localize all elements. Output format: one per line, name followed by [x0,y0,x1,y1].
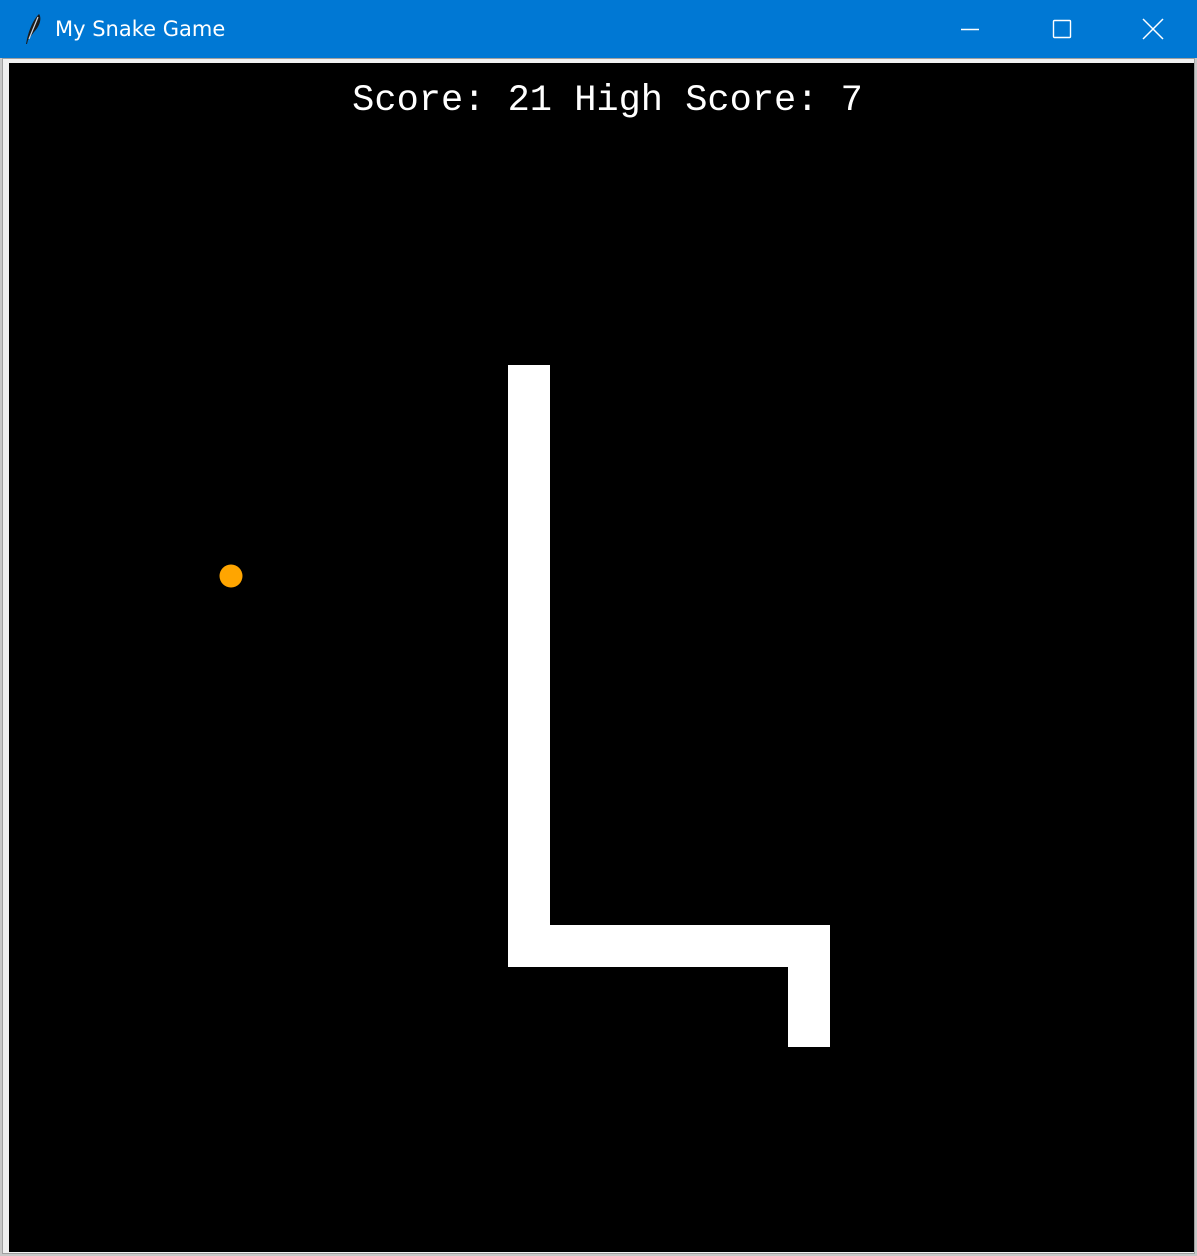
snake-segment-vertical [508,365,550,967]
score-display: Score: 21 High Score: 7 [352,80,863,122]
snake-head [788,925,830,1047]
snake-segment-horizontal [508,925,830,967]
game-window: My Snake Game Score: 21 High Score: 7 [0,0,1197,1256]
game-scene [219,365,830,1047]
food-pellet [219,564,243,588]
